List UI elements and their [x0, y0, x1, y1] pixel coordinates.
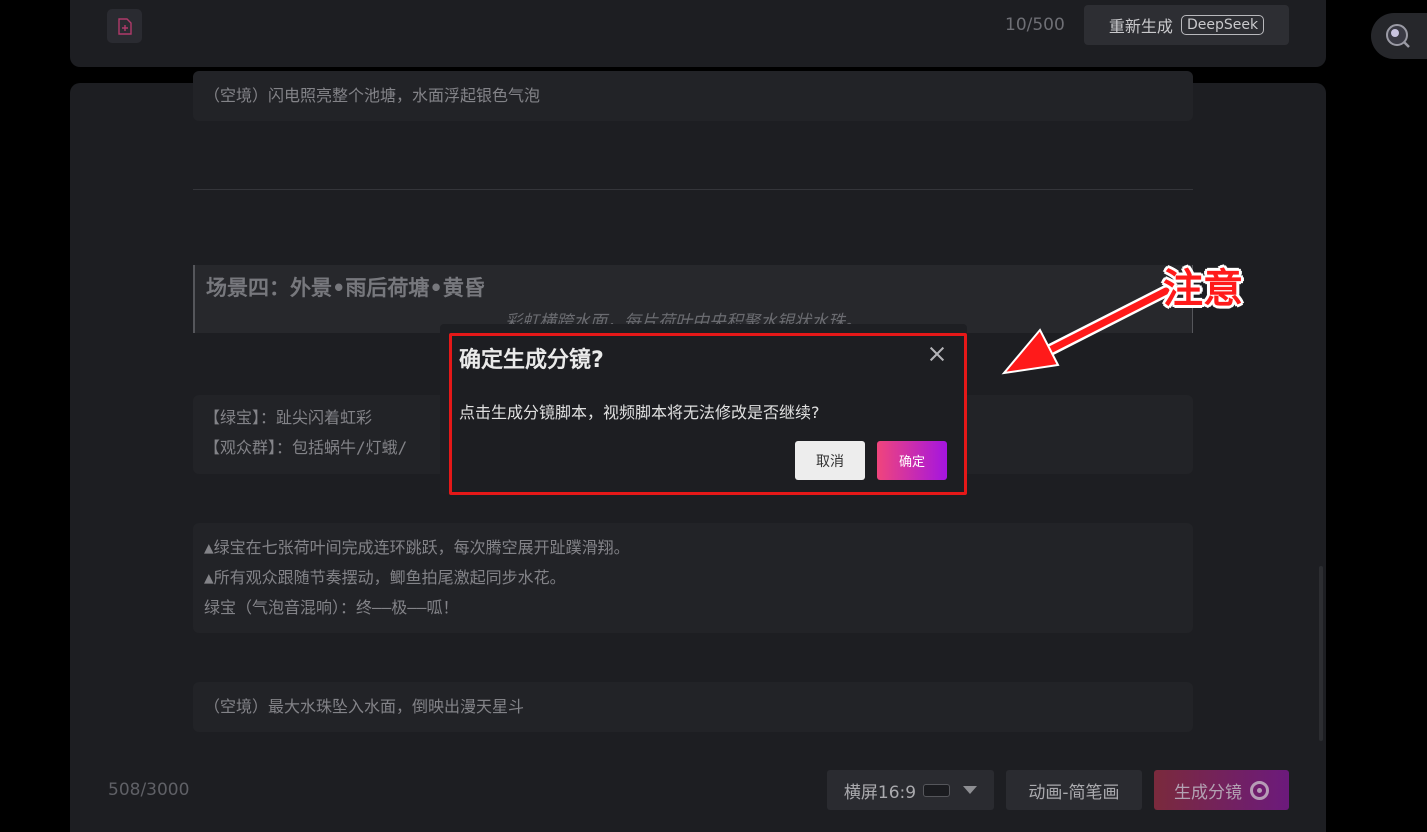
- annotation-arrow-icon: [1001, 285, 1172, 375]
- annotation-label: 注意: [1163, 265, 1243, 312]
